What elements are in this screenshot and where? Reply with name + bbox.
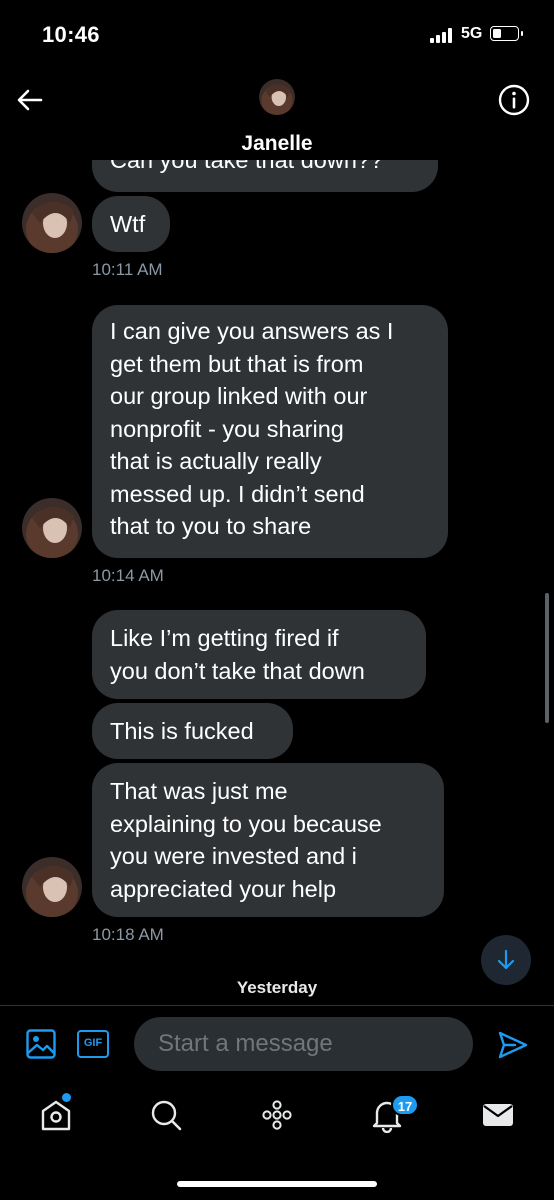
message-timestamp: 10:11 AM [92, 260, 163, 279]
message-line: That was just me [110, 778, 288, 804]
message-text: Can you take that down?? [110, 160, 384, 173]
header-avatar[interactable] [259, 79, 295, 115]
image-icon[interactable] [25, 1028, 57, 1060]
message-bubble[interactable]: This is fucked [92, 703, 293, 759]
scrollbar[interactable] [545, 593, 549, 723]
avatar[interactable] [22, 193, 82, 253]
gif-icon[interactable]: GIF [77, 1030, 109, 1058]
message-line: get them but that is from [110, 350, 364, 377]
signal-icon [430, 27, 456, 43]
message-bubble[interactable]: Wtf [92, 196, 170, 252]
date-separator: Yesterday [236, 978, 318, 997]
message-timestamp: 10:18 AM [92, 925, 164, 944]
message-text: Wtf [110, 211, 146, 237]
message-line: Like I’m getting fired if [110, 625, 339, 651]
message-line: messed up. I didn’t send [110, 480, 365, 507]
home-indicator[interactable] [177, 1181, 377, 1187]
status-bar: 10:46 5G [0, 0, 554, 70]
status-time: 10:46 [42, 22, 100, 47]
message-line: that is actually really [110, 448, 322, 474]
search-icon[interactable] [148, 1097, 184, 1133]
message-line: our group linked with our [110, 383, 368, 409]
battery-icon [490, 26, 524, 43]
avatar[interactable] [22, 498, 82, 558]
message-input[interactable] [134, 1017, 473, 1071]
conversation-header: Janelle [0, 70, 554, 166]
network-type: 5G [461, 25, 483, 42]
contact-name[interactable]: Janelle [0, 132, 554, 156]
back-arrow-icon[interactable] [14, 84, 46, 116]
notifications-badge: 17 [391, 1094, 419, 1116]
avatar[interactable] [22, 857, 82, 917]
message-bubble[interactable]: Like I’m getting fired if you don’t take… [92, 610, 426, 699]
info-icon[interactable] [496, 82, 532, 118]
send-icon[interactable] [497, 1029, 529, 1061]
message-bubble[interactable]: Can you take that down?? [92, 160, 438, 192]
message-text: This is fucked [110, 718, 254, 744]
message-bubble[interactable]: That was just me explaining to you becau… [92, 763, 444, 917]
home-icon[interactable] [38, 1097, 74, 1133]
divider [0, 1005, 554, 1006]
message-line: explaining to you because [110, 810, 382, 837]
message-list[interactable]: Can you take that down?? Wtf 10:11 AM I … [0, 160, 554, 1005]
message-line: you were invested and i [110, 843, 357, 869]
spaces-icon[interactable] [259, 1097, 295, 1133]
message-line: that to you to share [110, 513, 312, 539]
message-line: appreciated your help [110, 875, 337, 902]
message-bubble[interactable]: I can give you answers as I get them but… [92, 305, 448, 558]
message-line: nonprofit - you sharing [110, 415, 344, 442]
message-timestamp: 10:14 AM [92, 566, 164, 585]
messages-icon[interactable] [480, 1097, 516, 1133]
message-line: you don’t take that down [110, 657, 365, 684]
home-unread-dot [62, 1093, 71, 1102]
message-line: I can give you answers as I [110, 318, 394, 344]
